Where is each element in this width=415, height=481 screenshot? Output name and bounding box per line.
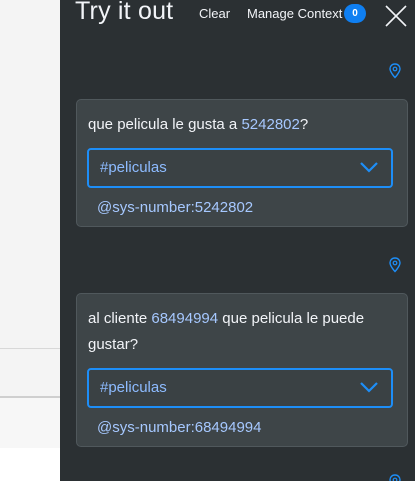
message-text: que pelicula le gusta a 5242802? bbox=[88, 112, 308, 138]
chevron-down-icon bbox=[360, 382, 378, 393]
intent-dropdown[interactable]: #peliculas bbox=[87, 148, 393, 188]
entity-tag[interactable]: @sys-number:5242802 bbox=[97, 199, 253, 216]
panel-title: Try it out bbox=[75, 0, 174, 25]
manage-context-button[interactable]: Manage Context bbox=[247, 6, 342, 21]
intent-label: #peliculas bbox=[100, 379, 167, 396]
chevron-down-icon bbox=[360, 162, 378, 173]
message-text: al cliente 68494994 que pelicula le pued… bbox=[88, 306, 364, 358]
highlighted-entity[interactable]: 68494994 bbox=[151, 310, 218, 327]
location-icon[interactable] bbox=[388, 474, 402, 481]
message-text-part: que pelicula le puede bbox=[218, 310, 365, 327]
message-line: gustar? bbox=[88, 336, 139, 353]
background-divider bbox=[0, 348, 60, 349]
intent-label: #peliculas bbox=[100, 159, 167, 176]
user-message-card: que pelicula le gusta a 5242802? #pelicu… bbox=[76, 99, 408, 227]
user-message-card: al cliente 68494994 que pelicula le pued… bbox=[76, 293, 408, 447]
panel-header: Try it out Clear Manage Context 0 bbox=[60, 0, 415, 28]
message-text-part: ? bbox=[299, 116, 309, 133]
close-icon[interactable] bbox=[383, 3, 409, 29]
location-icon[interactable] bbox=[388, 63, 402, 79]
message-text-part: que pelicula le gusta a bbox=[88, 116, 242, 133]
background-panel bbox=[0, 398, 60, 448]
background-panel bbox=[0, 448, 60, 481]
context-count-badge: 0 bbox=[344, 4, 366, 23]
message-line: al cliente 68494994 que pelicula le pued… bbox=[88, 306, 364, 332]
background-app-area bbox=[0, 0, 60, 481]
highlighted-entity[interactable]: 5242802 bbox=[241, 116, 299, 133]
try-it-out-panel: Try it out Clear Manage Context 0 que pe… bbox=[60, 0, 415, 481]
entity-tag[interactable]: @sys-number:68494994 bbox=[97, 419, 262, 436]
message-text-part: al cliente bbox=[88, 310, 152, 327]
clear-button[interactable]: Clear bbox=[199, 6, 230, 21]
intent-dropdown[interactable]: #peliculas bbox=[87, 368, 393, 408]
location-icon[interactable] bbox=[388, 257, 402, 273]
